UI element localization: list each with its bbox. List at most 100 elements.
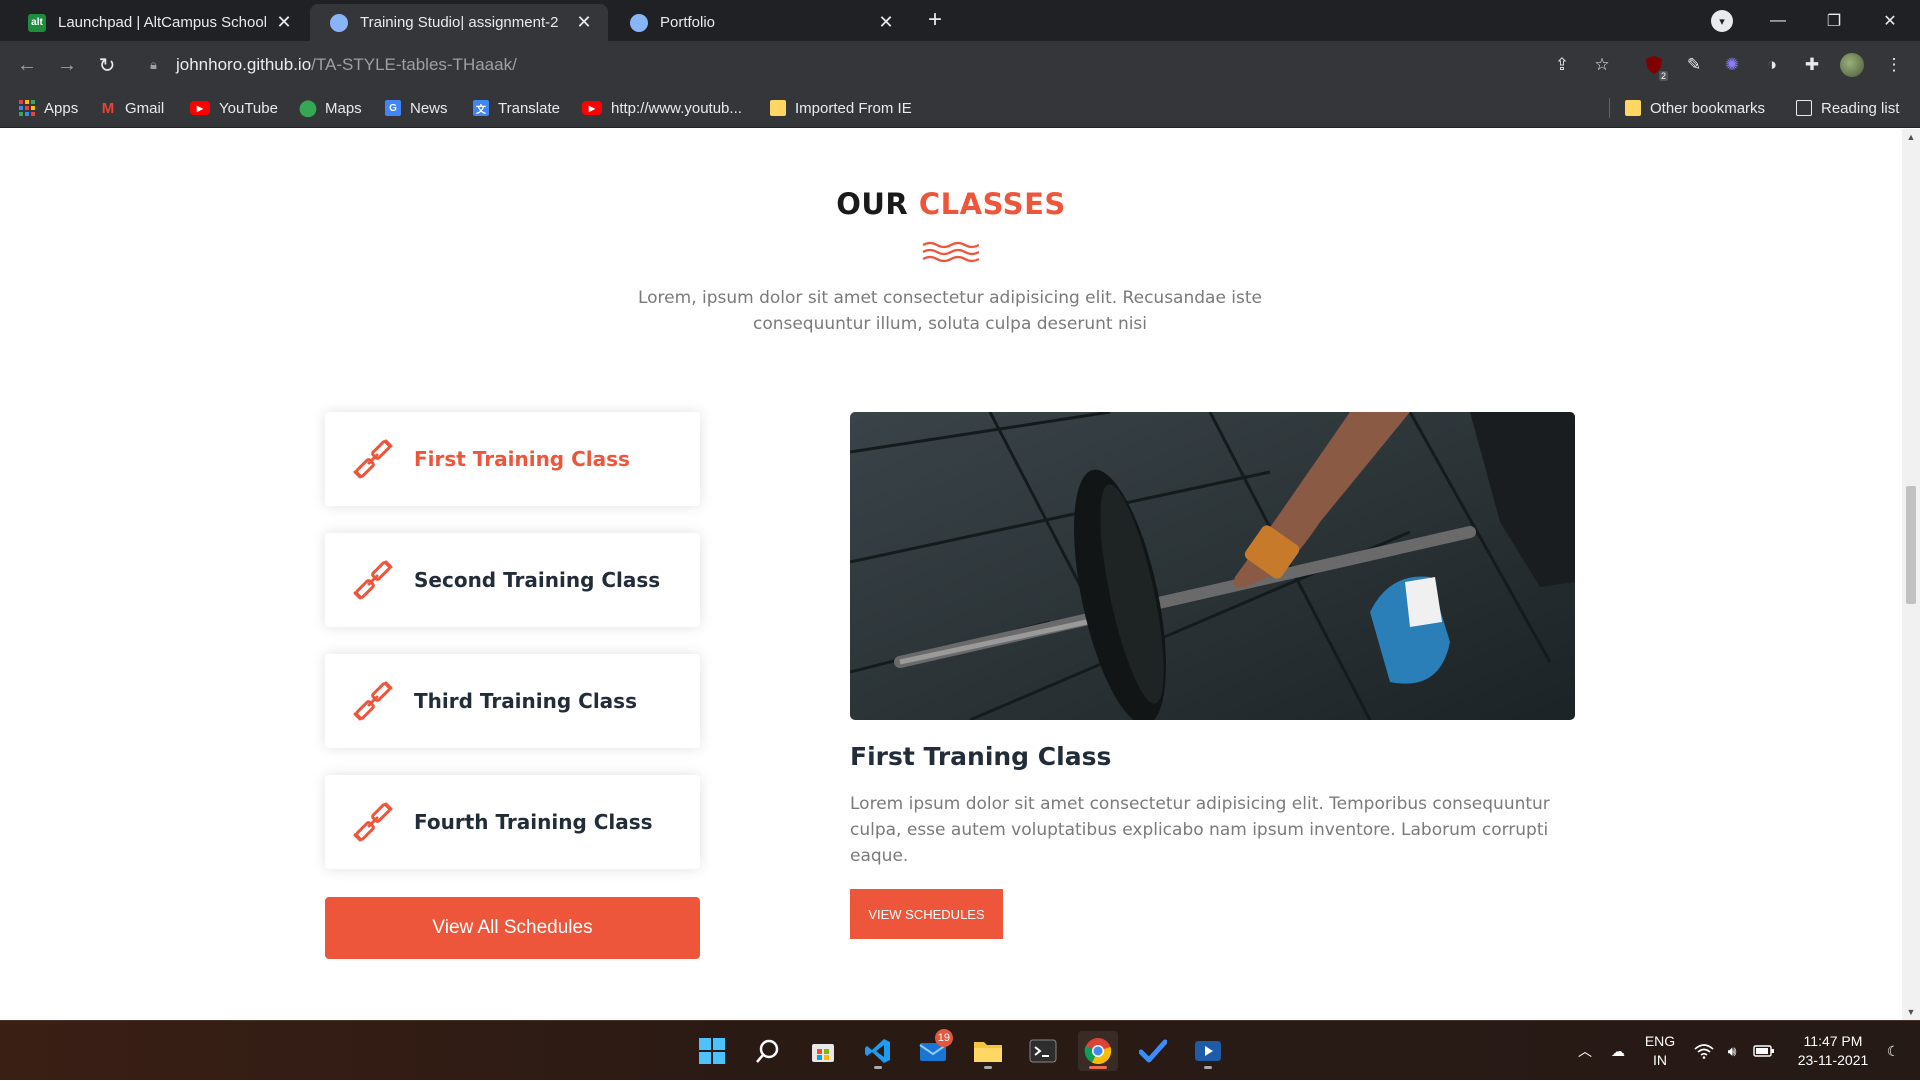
- bookmark-folder-imported[interactable]: Imported From IE: [770, 96, 912, 120]
- running-indicator: [984, 1066, 992, 1069]
- class-card-fourth[interactable]: Fourth Training Class: [325, 775, 700, 869]
- bookmark-apps[interactable]: Apps: [19, 96, 78, 120]
- other-bookmarks[interactable]: Other bookmarks: [1625, 96, 1765, 120]
- page-viewport: OUR CLASSES Lorem, ipsum dolor sit amet …: [0, 129, 1902, 1020]
- class-detail-description: Lorem ipsum dolor sit amet consectetur a…: [850, 794, 1550, 866]
- tab-title: Training Studio| assignment-2: [360, 14, 559, 31]
- page-scrollbar[interactable]: ▲ ▼: [1902, 129, 1920, 1020]
- bookmark-label: YouTube: [219, 99, 278, 117]
- onedrive-icon[interactable]: ☁: [1604, 1021, 1632, 1081]
- language-label: ENG: [1644, 1033, 1676, 1049]
- close-tab-icon[interactable]: ✕: [572, 11, 596, 35]
- forward-icon[interactable]: →: [52, 50, 82, 80]
- class-card-third[interactable]: Third Training Class: [325, 654, 700, 748]
- notifications-icon[interactable]: ☾: [1878, 1021, 1908, 1081]
- wifi-icon[interactable]: [1692, 1021, 1716, 1081]
- wave-divider-icon: [922, 241, 979, 263]
- class-photo: [850, 412, 1575, 720]
- windows-start-icon[interactable]: [692, 1031, 732, 1071]
- translate-icon: 文: [473, 100, 489, 116]
- terminal-icon[interactable]: [1023, 1031, 1063, 1071]
- altcampus-icon: alt: [28, 13, 46, 32]
- bookmark-news[interactable]: G News: [385, 96, 448, 120]
- globe-icon: [330, 13, 348, 32]
- reload-icon[interactable]: ↻: [92, 50, 122, 80]
- bookmark-separator: [1609, 98, 1610, 118]
- snowflake-extension-icon[interactable]: ✺: [1718, 51, 1746, 79]
- share-icon[interactable]: ⇪: [1548, 51, 1576, 79]
- bookmark-star-icon[interactable]: ☆: [1588, 51, 1616, 79]
- title-accent: CLASSES: [918, 187, 1066, 221]
- class-detail-title: First Traning Class: [850, 742, 1112, 771]
- back-icon[interactable]: ←: [12, 50, 42, 80]
- puzzle-extensions-icon[interactable]: ✚: [1798, 51, 1826, 79]
- bookmarks-bar: Apps M Gmail ▶ YouTube ⬤ Maps G News 文 Transl…: [0, 88, 1920, 128]
- close-tab-icon[interactable]: ✕: [874, 11, 898, 35]
- tab-title: Launchpad | AltCampus School -: [58, 14, 266, 31]
- scroll-up-icon[interactable]: ▲: [1902, 129, 1920, 145]
- clock[interactable]: 11:47 PM 23-11-2021: [1788, 1021, 1878, 1081]
- bookmark-label: News: [410, 99, 448, 117]
- tab-search-icon[interactable]: ▾: [1711, 10, 1733, 32]
- mail-badge: 19: [934, 1029, 953, 1047]
- view-schedules-button[interactable]: VIEW SCHEDULES: [850, 889, 1003, 939]
- bookmark-label: Imported From IE: [795, 99, 912, 117]
- apps-grid-icon: [19, 100, 35, 116]
- restore-icon[interactable]: ❐: [1806, 0, 1862, 41]
- running-indicator: [1204, 1066, 1212, 1069]
- bookmark-label: Maps: [325, 99, 362, 117]
- bookmark-translate[interactable]: 文 Translate: [473, 96, 560, 120]
- scroll-thumb[interactable]: [1906, 486, 1916, 604]
- close-tab-icon[interactable]: ✕: [272, 11, 296, 35]
- class-name: Fourth Training Class: [414, 810, 653, 834]
- mail-icon[interactable]: 19: [913, 1029, 953, 1071]
- clock-time: 11:47 PM: [1803, 1033, 1863, 1049]
- file-explorer-icon[interactable]: [968, 1031, 1008, 1071]
- new-tab-button[interactable]: +: [922, 8, 948, 34]
- todo-icon[interactable]: [1133, 1031, 1173, 1071]
- battery-icon[interactable]: [1750, 1021, 1778, 1081]
- tab-launchpad[interactable]: alt Launchpad | AltCampus School - ✕: [8, 4, 308, 41]
- bookmark-label: Gmail: [125, 99, 165, 117]
- scroll-down-icon[interactable]: ▼: [1902, 1004, 1920, 1020]
- media-player-icon[interactable]: [1188, 1031, 1228, 1071]
- store-icon[interactable]: [803, 1031, 843, 1071]
- browser-tab-strip: alt Launchpad | AltCampus School - ✕ Tra…: [0, 0, 1920, 41]
- dumbbell-icon: [353, 802, 393, 842]
- search-icon[interactable]: [748, 1031, 788, 1071]
- tab-title: Portfolio: [660, 14, 716, 31]
- class-card-second[interactable]: Second Training Class: [325, 533, 700, 627]
- more-menu-icon[interactable]: ⋮: [1880, 51, 1908, 79]
- extension-icon[interactable]: ◑: [1758, 51, 1786, 79]
- active-indicator: [1089, 1066, 1107, 1069]
- reading-list[interactable]: Reading list: [1796, 96, 1899, 120]
- profile-avatar[interactable]: [1838, 51, 1866, 79]
- chevron-up-icon[interactable]: ︿: [1572, 1021, 1598, 1081]
- language-indicator[interactable]: ENG IN: [1638, 1021, 1682, 1081]
- minimize-icon[interactable]: —: [1750, 0, 1806, 41]
- tab-training-studio[interactable]: Training Studio| assignment-2 ✕: [310, 4, 608, 41]
- chrome-icon[interactable]: [1078, 1031, 1118, 1071]
- vscode-icon[interactable]: [858, 1031, 898, 1071]
- bookmark-youtube[interactable]: ▶ YouTube: [190, 96, 278, 120]
- pen-extension-icon[interactable]: ✎: [1680, 51, 1708, 79]
- view-all-schedules-button[interactable]: View All Schedules: [325, 897, 700, 959]
- class-card-first[interactable]: First Training Class: [325, 412, 700, 506]
- close-window-icon[interactable]: ✕: [1862, 0, 1918, 41]
- dumbbell-icon: [353, 439, 393, 479]
- tab-portfolio[interactable]: Portfolio ✕: [610, 4, 910, 41]
- ublock-extension-icon[interactable]: 2: [1640, 51, 1668, 81]
- youtube-icon: ▶: [190, 101, 210, 115]
- volume-icon[interactable]: 🔊︎: [1720, 1021, 1744, 1081]
- bookmark-youtube-link[interactable]: ▶ http://www.youtub...: [582, 96, 742, 120]
- bookmark-maps[interactable]: ⬤ Maps: [299, 96, 362, 120]
- gmail-icon: M: [101, 99, 115, 117]
- globe-icon: [630, 13, 648, 32]
- address-bar[interactable]: 🔒︎ johnhoro.github.io/TA-STYLE-tables-TH…: [135, 47, 1595, 83]
- youtube-icon: ▶: [582, 101, 602, 115]
- folder-icon: [770, 100, 786, 116]
- class-name: Third Training Class: [414, 689, 637, 713]
- browser-toolbar: ← → ↻ 🔒︎ johnhoro.github.io/TA-STYLE-tab…: [0, 41, 1920, 88]
- bookmark-gmail[interactable]: M Gmail: [100, 96, 164, 120]
- reading-list-label: Reading list: [1821, 99, 1900, 117]
